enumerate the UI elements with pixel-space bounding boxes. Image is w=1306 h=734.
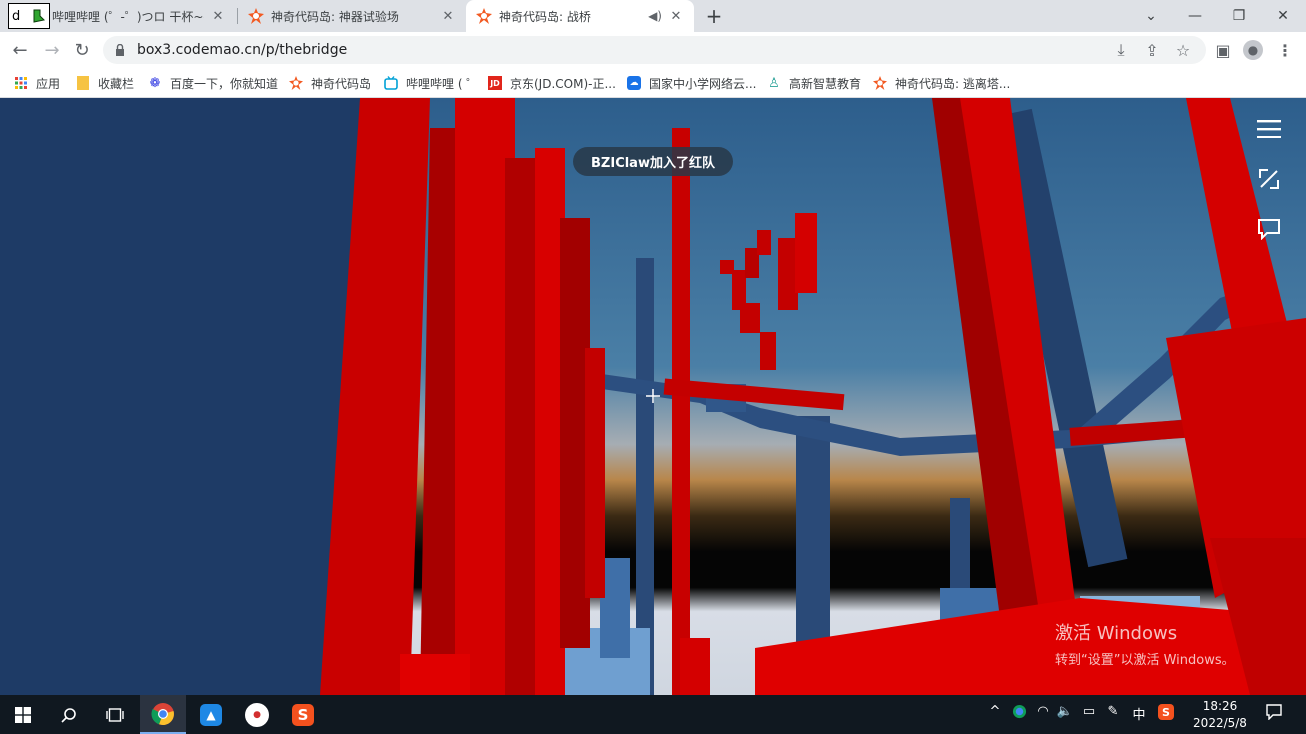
system-clock[interactable]: 18:26 2022/5/8 xyxy=(1190,698,1250,732)
pen-icon[interactable]: ✎ xyxy=(1104,704,1122,719)
sogou-icon: S xyxy=(292,703,314,726)
folder-icon xyxy=(76,76,90,90)
browser-toolbar: ← → ↻ box3.codemao.cn/p/thebridge ⤓ ⇪ ☆ … xyxy=(0,32,1306,68)
bookmark-favorites[interactable]: 收藏栏 xyxy=(76,73,134,93)
minimize-button[interactable]: — xyxy=(1172,0,1218,32)
search-button[interactable] xyxy=(46,695,92,734)
red-floating-block xyxy=(757,230,771,255)
bookmark-apps[interactable]: 应用 xyxy=(14,73,60,93)
windows-activation-watermark: 激活 Windows 转到“设置”以激活 Windows。 xyxy=(1055,623,1235,668)
profile-avatar-icon[interactable]: ● xyxy=(1241,38,1265,62)
bookmark-edu-cloud[interactable]: ☁ 国家中小学网络云... xyxy=(627,73,756,93)
taskbar-sogou[interactable]: S xyxy=(280,695,326,734)
tab-codemao-lab[interactable]: 神奇代码岛: 神器试验场 ✕ xyxy=(238,0,466,32)
close-icon[interactable]: ✕ xyxy=(668,8,684,24)
taskbar-app-blue[interactable]: ▲ xyxy=(188,695,234,734)
apps-grid-icon xyxy=(14,76,28,90)
sogou-ime-icon[interactable]: S xyxy=(1156,704,1176,720)
gaoxin-icon: ♙ xyxy=(768,75,780,91)
tab-codemao-bridge[interactable]: 神奇代码岛: 战桥 ◀) ✕ xyxy=(466,0,694,32)
taskbar-chrome[interactable] xyxy=(140,695,186,734)
restore-button[interactable]: ❐ xyxy=(1216,0,1262,32)
address-bar[interactable]: box3.codemao.cn/p/thebridge ⤓ ⇪ ☆ xyxy=(103,36,1206,64)
windows-taskbar: ▲ ● S ^ ◠ 🔈 ▭ ✎ 中 S 18:26 2022/5/8 xyxy=(0,695,1306,734)
tab-strip: d 哔哩哔哩 (゜-゜)つロ 干杯~-bilibili ✕ 神奇代码岛: 神器试… xyxy=(0,0,1306,32)
bookmark-gaoxin[interactable]: ♙ 高新智慧教育 xyxy=(767,73,861,93)
tab-title: 哔哩哔哩 (゜-゜)つロ 干杯~-bilibili xyxy=(52,9,204,24)
red-pillar-blocky xyxy=(585,348,605,598)
close-window-button[interactable]: ✕ xyxy=(1260,0,1306,32)
bookmark-jd[interactable]: JD 京东(JD.COM)-正... xyxy=(488,73,616,93)
codemao-icon xyxy=(873,76,887,90)
lock-icon xyxy=(116,44,124,56)
blue-wall-left xyxy=(0,98,380,695)
hamburger-menu-icon[interactable] xyxy=(1254,114,1284,144)
back-button[interactable]: ← xyxy=(8,38,32,62)
red-floating-block xyxy=(720,260,734,274)
red-floating-block xyxy=(745,248,759,278)
volume-icon[interactable]: 🔈 xyxy=(1056,704,1074,719)
green-figure-icon xyxy=(33,9,46,23)
bilibili-icon xyxy=(384,76,398,90)
battery-icon[interactable]: ▭ xyxy=(1080,704,1098,719)
bookmark-codemao-escape[interactable]: 神奇代码岛: 逃离塔... xyxy=(873,73,1010,93)
close-icon[interactable]: ✕ xyxy=(210,8,226,24)
red-center-pole-base xyxy=(680,638,710,695)
edu-app-icon: ● xyxy=(245,702,269,727)
tab-search-icon[interactable]: ⌄ xyxy=(1128,0,1174,32)
baidu-icon: ❁ xyxy=(149,75,161,91)
codemao-icon xyxy=(248,8,264,24)
speaker-icon[interactable]: ◀) xyxy=(648,9,662,23)
bookmark-codemao[interactable]: 神奇代码岛 xyxy=(289,73,371,93)
chrome-icon xyxy=(151,702,174,725)
clock-time: 18:26 xyxy=(1202,699,1238,713)
red-floating-block xyxy=(740,303,760,333)
bookmarks-bar: 应用 收藏栏 ❁ 百度一下，你就知道 神奇代码岛 哔哩哔哩 ( ゜ JD 京东(… xyxy=(0,68,1306,98)
task-view-button[interactable] xyxy=(92,695,138,734)
tab-bilibili[interactable]: d 哔哩哔哩 (゜-゜)つロ 干杯~-bilibili ✕ xyxy=(0,0,236,32)
red-floating-block xyxy=(760,332,776,370)
fullscreen-icon[interactable] xyxy=(1254,164,1284,194)
reload-button[interactable]: ↻ xyxy=(70,38,94,62)
chat-icon[interactable] xyxy=(1254,214,1284,244)
mountain-app-icon: ▲ xyxy=(200,703,222,726)
clock-date: 2022/5/8 xyxy=(1193,716,1247,730)
url-text: box3.codemao.cn/p/thebridge xyxy=(137,42,348,58)
red-center-pole xyxy=(672,128,690,695)
codemao-icon xyxy=(289,76,303,90)
task-view-icon xyxy=(106,707,124,722)
game-viewport[interactable]: BZIClaw加入了红队 激活 Windows 转到“设置”以激活 Window… xyxy=(0,98,1306,695)
ime-language-indicator[interactable]: 中 xyxy=(1130,704,1148,723)
notification-center-icon[interactable] xyxy=(1264,704,1284,720)
bookmark-bilibili[interactable]: 哔哩哔哩 ( ゜ xyxy=(384,73,478,93)
blue-pillar xyxy=(796,416,830,646)
search-icon xyxy=(61,707,76,723)
windows-logo-icon xyxy=(15,706,31,723)
side-panel-icon[interactable]: ▣ xyxy=(1211,38,1235,62)
bookmark-star-icon[interactable]: ☆ xyxy=(1171,38,1195,62)
jd-icon: JD xyxy=(488,76,502,90)
menu-kebab-icon[interactable]: ⋮ xyxy=(1273,38,1297,62)
codemao-icon xyxy=(476,8,492,24)
forward-button[interactable]: → xyxy=(40,38,64,62)
tray-app-icon[interactable] xyxy=(1010,704,1028,719)
tab-title: 神奇代码岛: 神器试验场 xyxy=(271,9,399,24)
bookmark-baidu[interactable]: ❁ 百度一下，你就知道 xyxy=(148,73,278,93)
taskbar-app-edu[interactable]: ● xyxy=(234,695,280,734)
wifi-icon[interactable]: ◠ xyxy=(1034,704,1052,719)
text-cursor-box: d xyxy=(8,3,50,29)
red-base xyxy=(400,654,470,695)
red-floating-block xyxy=(795,213,817,293)
close-icon[interactable]: ✕ xyxy=(440,8,456,24)
game-scene xyxy=(0,98,1306,695)
start-button[interactable] xyxy=(0,695,46,734)
join-notification: BZIClaw加入了红队 xyxy=(573,147,733,176)
tab-title: 神奇代码岛: 战桥 xyxy=(499,9,591,24)
new-tab-button[interactable]: + xyxy=(702,4,726,28)
install-app-icon[interactable]: ⤓ xyxy=(1109,38,1133,62)
edu-cloud-icon: ☁ xyxy=(627,76,641,90)
share-icon[interactable]: ⇪ xyxy=(1140,38,1164,62)
show-hidden-icons-icon[interactable]: ^ xyxy=(988,704,1002,719)
